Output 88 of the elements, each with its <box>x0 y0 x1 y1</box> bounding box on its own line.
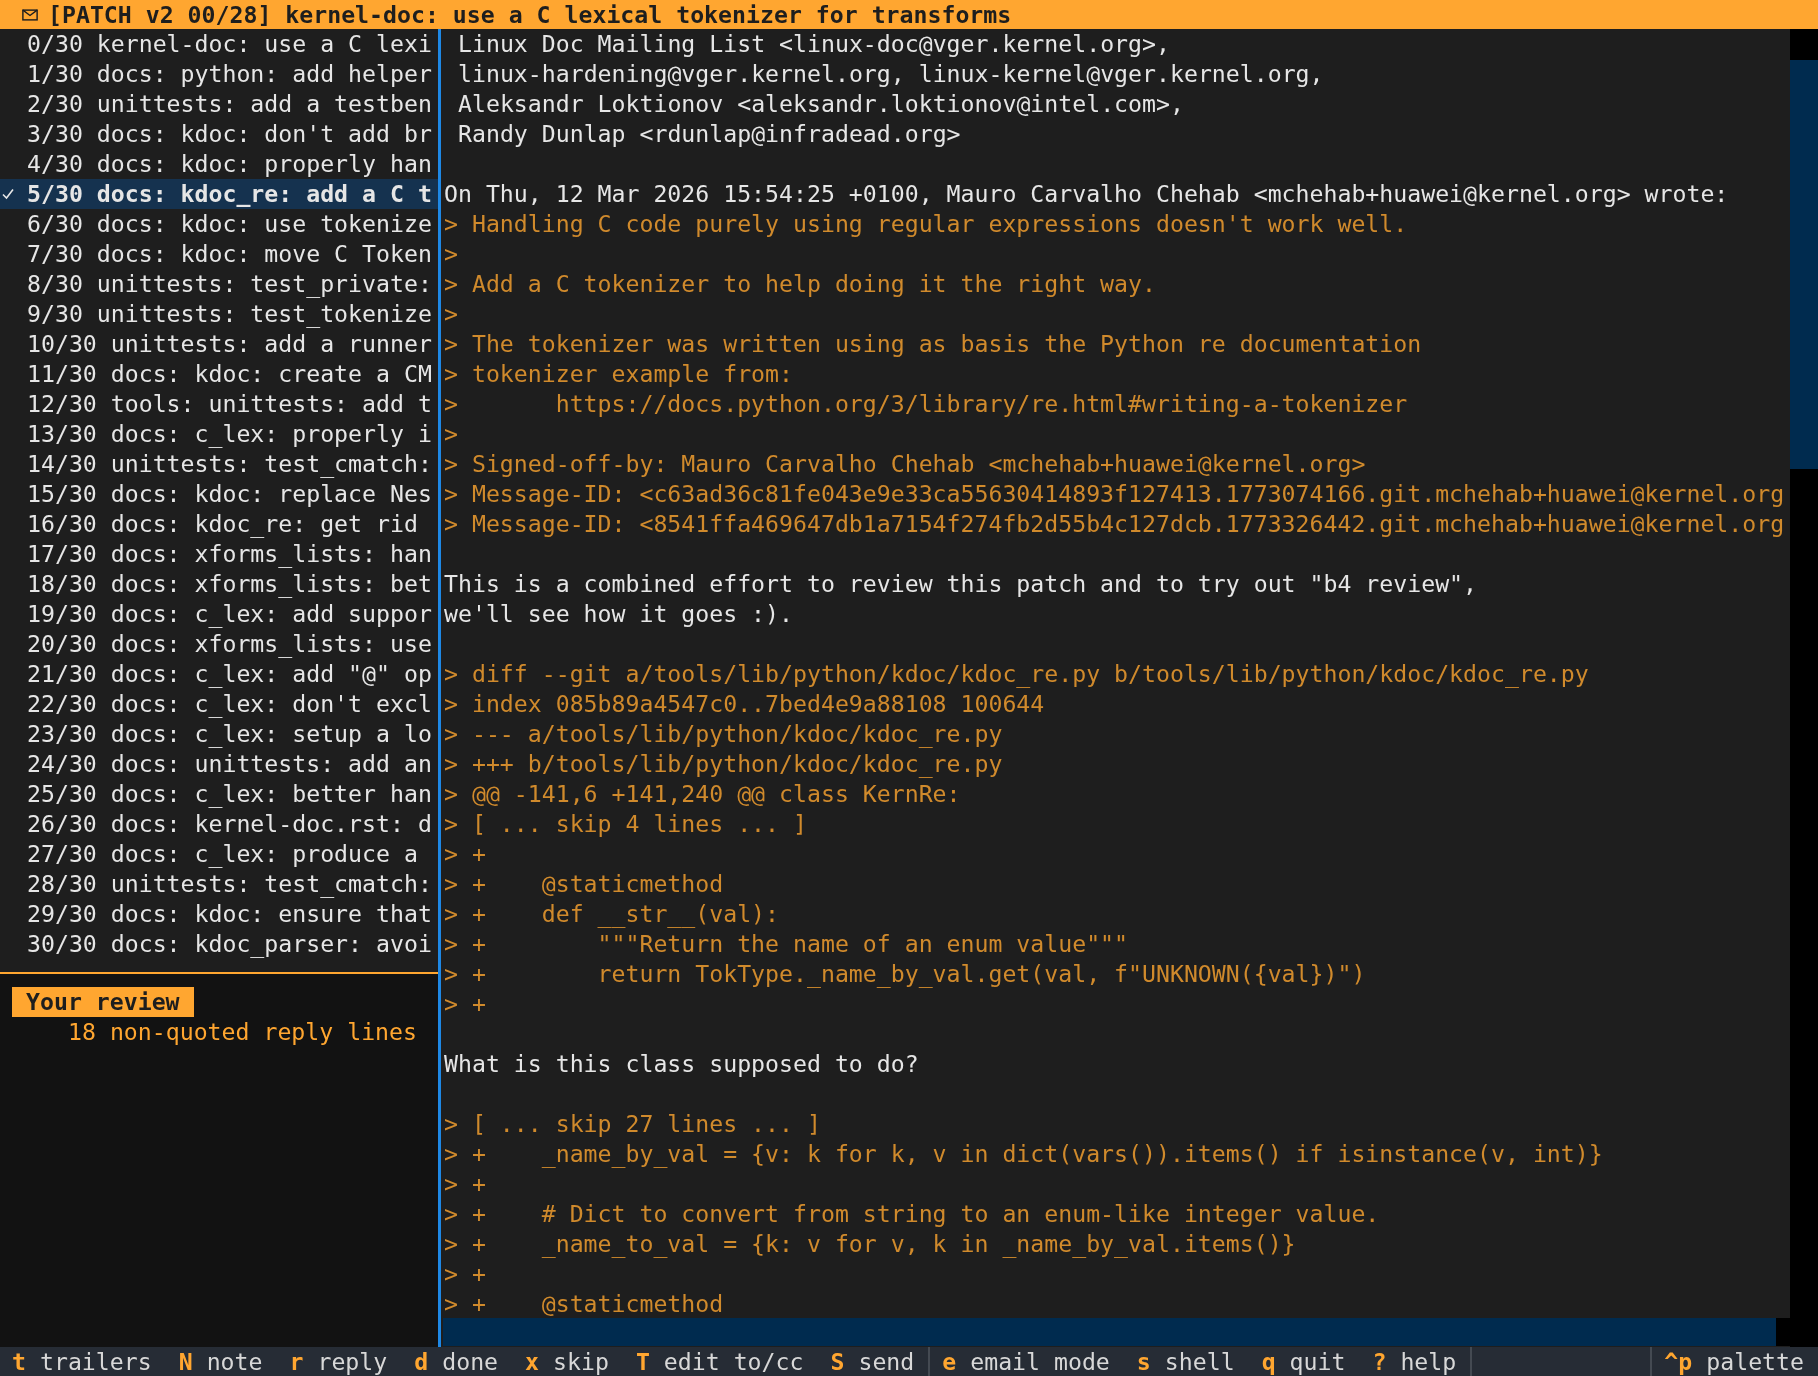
patch-item[interactable]: 7/30 docs: kdoc: move C Token <box>0 239 438 269</box>
scrollbar-thumb[interactable] <box>1790 60 1818 469</box>
quoted-line: > The tokenizer was written using as basis the Python re documentation <box>444 329 1423 359</box>
review-heading: Your review <box>12 987 194 1017</box>
quoted-line: > +++ b/tools/lib/python/kdoc/kdoc_re.py <box>444 749 1004 779</box>
shortcut-hint: ? help <box>1372 1348 1457 1375</box>
quoted-line: > @@ -141,6 +141,240 @@ class KernRe: <box>444 779 962 809</box>
quoted-line: > tokenizer example from: <box>444 359 794 389</box>
shortcut-hint: x skip <box>525 1348 609 1375</box>
quoted-line: > https://docs.python.org/3/library/re.html#writing-a-tokenizer <box>444 389 1409 419</box>
patch-item[interactable]: 18/30 docs: xforms_lists: bet <box>0 569 438 599</box>
vertical-scrollbar[interactable] <box>1790 29 1818 1347</box>
patch-item[interactable]: 23/30 docs: c_lex: setup a lo <box>0 719 438 749</box>
quoted-line: > + <box>444 989 487 1019</box>
patch-item[interactable]: 16/30 docs: kdoc_re: get rid <box>0 509 438 539</box>
quoted-line: > --- a/tools/lib/python/kdoc/kdoc_re.py <box>444 719 1004 749</box>
patch-item[interactable]: 5/30 docs: kdoc_re: add a C t <box>0 179 438 209</box>
patch-item[interactable]: 12/30 tools: unittests: add t <box>0 389 438 419</box>
quoted-line: > <box>444 239 459 269</box>
quoted-line: > + <box>444 1169 487 1199</box>
body-text: This is a combined effort to review this patch and to try out "b4 review", <box>444 569 1479 599</box>
quoted-line: > [ ... skip 4 lines ... ] <box>444 809 808 839</box>
shortcut-hint: T edit to/cc <box>635 1348 804 1375</box>
quoted-line: > Message-ID: <c63ad36c81fe043e9e33ca55630414893f127413.1773074166.git.mchehab+huawei@kernel.org <box>444 479 1786 509</box>
patch-item[interactable]: 15/30 docs: kdoc: replace Nes <box>0 479 438 509</box>
patch-item[interactable]: 3/30 docs: kdoc: don't add br <box>0 119 438 149</box>
quoted-line: > + _name_to_val = {k: v for v, k in _name_by_val.items()} <box>444 1229 1297 1259</box>
shortcut-hint: ^p palette <box>1664 1348 1804 1375</box>
patch-item[interactable]: 29/30 docs: kdoc: ensure that <box>0 899 438 929</box>
patch-item[interactable]: 2/30 unittests: add a testben <box>0 89 438 119</box>
quoted-line: > diff --git a/tools/lib/python/kdoc/kdoc_re.py b/tools/lib/python/kdoc/kdoc_re.py <box>444 659 1590 689</box>
patch-item[interactable]: 1/30 docs: python: add helper <box>0 59 438 89</box>
header-line: Linux Doc Mailing List <linux-doc@vger.kernel.org>, <box>457 29 1171 59</box>
quoted-line: > <box>444 299 459 329</box>
patch-item[interactable]: 13/30 docs: c_lex: properly i <box>0 419 438 449</box>
patch-item[interactable]: 9/30 unittests: test_tokenize <box>0 299 438 329</box>
quoted-line: > + @staticmethod <box>444 869 725 899</box>
window-title: [PATCH v2 00/28] kernel-doc: use a C lexical tokenizer for transforms <box>48 0 1012 29</box>
shortcut-hint: s shell <box>1136 1348 1235 1375</box>
quoted-line: > Message-ID: <8541ffa469647db1a7154f274fb2d55b4c127dcb.1773326442.git.mchehab+huawei@kernel.org <box>444 509 1786 539</box>
shortcut-hint: r reply <box>289 1348 388 1375</box>
quoted-line: > index 085b89a4547c0..7bed4e9a88108 100644 <box>444 689 1046 719</box>
patch-item[interactable]: 26/30 docs: kernel-doc.rst: d <box>0 809 438 839</box>
quoted-line: > + <box>444 839 487 869</box>
header-line: Aleksandr Loktionov <aleksandr.loktionov@intel.com>, <box>457 89 1185 119</box>
patch-item[interactable]: 0/30 kernel-doc: use a C lexi <box>0 29 438 59</box>
patch-item[interactable]: 8/30 unittests: test_private: <box>0 269 438 299</box>
patch-item[interactable]: 22/30 docs: c_lex: don't excl <box>0 689 438 719</box>
patch-item[interactable]: 14/30 unittests: test_cmatch: <box>0 449 438 479</box>
patch-item[interactable]: 21/30 docs: c_lex: add "@" op <box>0 659 438 689</box>
review-summary: 18 non-quoted reply lines <box>68 1017 417 1047</box>
shortcut-hint: e email mode <box>942 1348 1110 1375</box>
header-line: Randy Dunlap <rdunlap@infradead.org> <box>457 119 962 149</box>
quoted-line: > + <box>444 1259 487 1289</box>
patch-item[interactable]: 4/30 docs: kdoc: properly han <box>0 149 438 179</box>
shortcut-hint: t trailers <box>12 1348 152 1375</box>
quoted-line: > + def __str__(val): <box>444 899 781 929</box>
quoted-line: > + """Return the name of an enum value""" <box>444 929 1130 959</box>
body-text: What is this class supposed to do? <box>444 1049 920 1079</box>
shortcut-hint: q quit <box>1261 1348 1346 1375</box>
patch-item[interactable]: 27/30 docs: c_lex: produce a <box>0 839 438 869</box>
quoted-line: > + return TokType._name_by_val.get(val, f"UNKNOWN({val})") <box>444 959 1367 989</box>
quoted-line: > Handling C code purely using regular expressions doesn't work well. <box>444 209 1409 239</box>
check-icon <box>2 188 14 200</box>
patch-item[interactable]: 20/30 docs: xforms_lists: use <box>0 629 438 659</box>
envelope-icon <box>22 8 38 21</box>
patch-item[interactable]: 28/30 unittests: test_cmatch: <box>0 869 438 899</box>
body-text: we'll see how it goes :). <box>444 599 794 629</box>
patch-item[interactable]: 11/30 docs: kdoc: create a CM <box>0 359 438 389</box>
quoted-line: > + _name_by_val = {v: k for k, v in dict(vars()).items() if isinstance(v, int)} <box>444 1139 1604 1169</box>
patch-item[interactable]: 25/30 docs: c_lex: better han <box>0 779 438 809</box>
patch-item[interactable]: 24/30 docs: unittests: add an <box>0 749 438 779</box>
quoted-line: > + # Dict to convert from string to an enum-like integer value. <box>444 1199 1381 1229</box>
quoted-line: > Signed-off-by: Mauro Carvalho Chehab <mchehab+huawei@kernel.org> <box>444 449 1367 479</box>
shortcut-hint: N note <box>178 1348 263 1375</box>
patch-item[interactable]: 6/30 docs: kdoc: use tokenize <box>0 209 438 239</box>
patch-item[interactable]: 10/30 unittests: add a runner <box>0 329 438 359</box>
patch-item[interactable]: 30/30 docs: kdoc_parser: avoi <box>0 929 438 959</box>
patch-item[interactable]: 17/30 docs: xforms_lists: han <box>0 539 438 569</box>
quoted-line: > + @staticmethod <box>444 1289 725 1318</box>
patch-item[interactable]: 19/30 docs: c_lex: add suppor <box>0 599 438 629</box>
shortcut-hint: d done <box>414 1348 499 1375</box>
header-line: linux-hardening@vger.kernel.org, linux-kernel@vger.kernel.org, <box>457 59 1325 89</box>
shortcut-hint: S send <box>830 1348 915 1375</box>
quoted-line: > [ ... skip 27 lines ... ] <box>444 1109 822 1139</box>
body-text: On Thu, 12 Mar 2026 15:54:25 +0100, Mauro Carvalho Chehab <mchehab+huawei@kernel.org> wrote: <box>444 179 1730 209</box>
quoted-line: > Add a C tokenizer to help doing it the right way. <box>444 269 1157 299</box>
quoted-line: > <box>444 419 459 449</box>
